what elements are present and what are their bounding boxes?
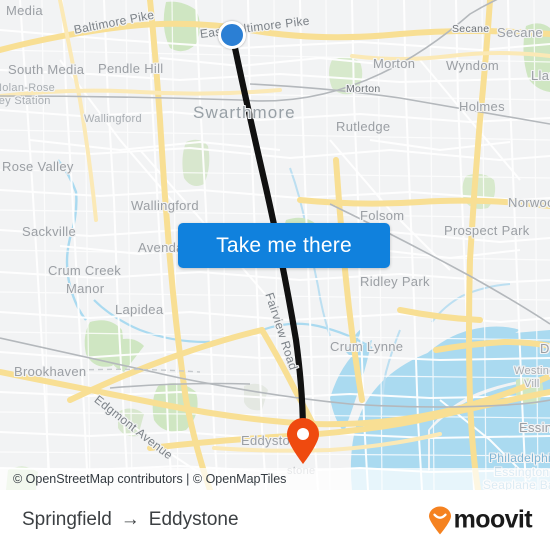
moovit-wordmark: moovit [453, 505, 533, 534]
take-me-there-button[interactable]: Take me there [178, 223, 390, 268]
route-arrow-icon: → [120, 509, 140, 530]
map-canvas[interactable]: Media Baltimore Pike East Baltimore Pike So… [0, 0, 550, 490]
route-destination-label: Eddystone [148, 509, 239, 530]
origin-dot[interactable] [218, 21, 246, 49]
attribution-text: © OpenStreetMap contributors | © OpenMap… [13, 472, 287, 486]
destination-pin[interactable] [286, 418, 320, 464]
moovit-logo[interactable]: moovit [427, 505, 533, 535]
moovit-pin-icon [428, 506, 451, 534]
app-root: Media Baltimore Pike East Baltimore Pike So… [0, 0, 550, 550]
map-attribution: © OpenStreetMap contributors | © OpenMap… [0, 468, 550, 490]
footer-bar: Springfield → Eddystone moovit [0, 490, 550, 550]
route-summary: Springfield → Eddystone [22, 509, 239, 531]
route-origin-label: Springfield [22, 509, 112, 530]
map-pin-icon [287, 418, 319, 464]
